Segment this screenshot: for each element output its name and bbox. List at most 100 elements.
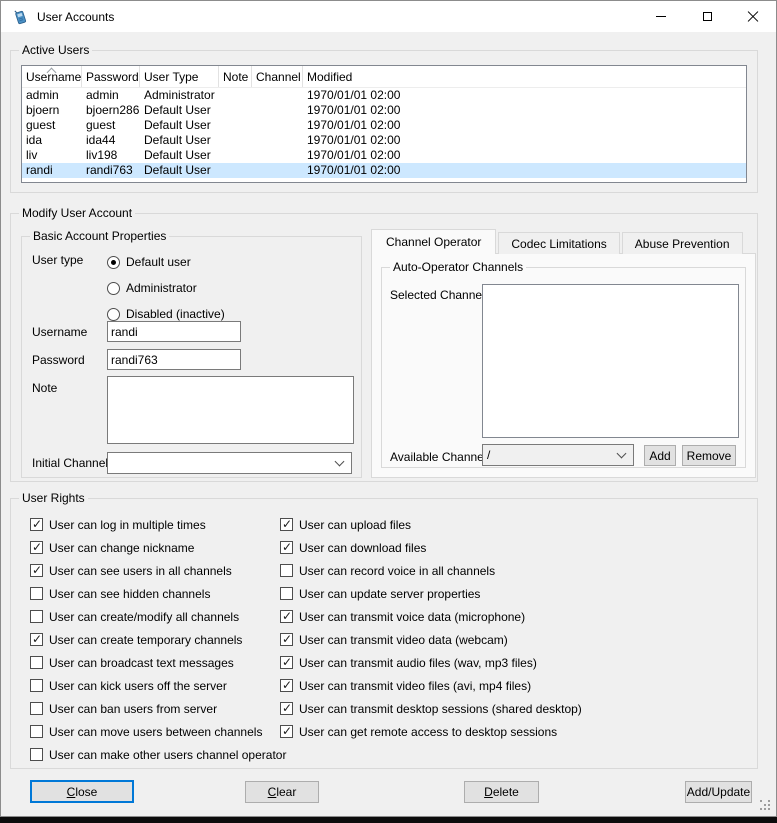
tab-label: Channel Operator xyxy=(386,235,481,249)
table-row[interactable]: admin admin Administrator 1970/01/01 02:… xyxy=(22,88,746,103)
clear-button[interactable]: Clear xyxy=(245,781,319,803)
selected-channels-label: Selected Channels xyxy=(390,288,491,302)
table-row[interactable]: liv liv198 Default User 1970/01/01 02:00 xyxy=(22,148,746,163)
initial-channel-select[interactable] xyxy=(107,452,352,474)
right-checkbox-row[interactable]: User can kick users off the server xyxy=(30,674,286,697)
cell-modified: 1970/01/01 02:00 xyxy=(303,163,746,178)
available-channels-label: Available Channels xyxy=(390,450,493,464)
cell-password: admin xyxy=(82,88,140,103)
column-header[interactable]: User Type xyxy=(140,66,219,87)
right-checkbox-row[interactable]: User can transmit audio files (wav, mp3 … xyxy=(280,651,582,674)
radio-icon xyxy=(107,308,120,321)
right-checkbox-row[interactable]: User can transmit video data (webcam) xyxy=(280,628,582,651)
cell-modified: 1970/01/01 02:00 xyxy=(303,133,746,148)
user-type-radio[interactable]: Default user xyxy=(107,249,225,275)
maximize-button[interactable] xyxy=(684,1,730,32)
right-checkbox-row[interactable]: User can get remote access to desktop se… xyxy=(280,720,582,743)
cell-modified: 1970/01/01 02:00 xyxy=(303,88,746,103)
checkbox-label: User can move users between channels xyxy=(49,725,262,739)
cell-note xyxy=(219,133,252,148)
table-row[interactable]: ida ida44 Default User 1970/01/01 02:00 xyxy=(22,133,746,148)
table-row[interactable]: bjoern bjoern286 Default User 1970/01/01… xyxy=(22,103,746,118)
right-checkbox-row[interactable]: User can transmit voice data (microphone… xyxy=(280,605,582,628)
right-checkbox-row[interactable]: User can record voice in all channels xyxy=(280,559,582,582)
checkbox-label: User can create/modify all channels xyxy=(49,610,239,624)
right-checkbox-row[interactable]: User can transmit video files (avi, mp4 … xyxy=(280,674,582,697)
cell-note xyxy=(219,148,252,163)
user-rights-left-column: User can log in multiple times User can … xyxy=(30,513,286,766)
right-checkbox-row[interactable]: User can transmit desktop sessions (shar… xyxy=(280,697,582,720)
right-checkbox-row[interactable]: User can move users between channels xyxy=(30,720,286,743)
right-checkbox-row[interactable]: User can see hidden channels xyxy=(30,582,286,605)
right-checkbox-row[interactable]: User can upload files xyxy=(280,513,582,536)
cell-note xyxy=(219,163,252,178)
right-checkbox-row[interactable]: User can change nickname xyxy=(30,536,286,559)
right-checkbox-row[interactable]: User can see users in all channels xyxy=(30,559,286,582)
cell-user-type: Default User xyxy=(140,103,219,118)
column-header-label: Password xyxy=(86,70,139,84)
chevron-down-icon xyxy=(335,457,345,467)
right-checkbox-row[interactable]: User can ban users from server xyxy=(30,697,286,720)
user-type-radio[interactable]: Administrator xyxy=(107,275,225,301)
cell-modified: 1970/01/01 02:00 xyxy=(303,103,746,118)
tab[interactable]: Channel Operator xyxy=(371,229,496,254)
column-header[interactable]: Channel xyxy=(252,66,303,87)
right-checkbox-row[interactable]: User can log in multiple times xyxy=(30,513,286,536)
password-field[interactable] xyxy=(107,349,241,370)
cell-password: bjoern286 xyxy=(82,103,140,118)
column-header[interactable]: Username xyxy=(22,66,82,87)
table-row[interactable]: guest guest Default User 1970/01/01 02:0… xyxy=(22,118,746,133)
desktop-background-strip xyxy=(0,817,777,823)
cell-note xyxy=(219,103,252,118)
tab[interactable]: Codec Limitations xyxy=(498,232,619,254)
cell-modified: 1970/01/01 02:00 xyxy=(303,118,746,133)
cell-note xyxy=(219,88,252,103)
user-table[interactable]: Username Password User Type Note xyxy=(21,65,747,183)
tab-label: Abuse Prevention xyxy=(635,237,730,251)
close-window-button[interactable] xyxy=(730,1,776,32)
right-checkbox-row[interactable]: User can make other users channel operat… xyxy=(30,743,286,766)
cell-username: bjoern xyxy=(22,103,82,118)
column-header[interactable]: Modified xyxy=(303,66,746,87)
right-checkbox-row[interactable]: User can create temporary channels xyxy=(30,628,286,651)
checkbox-label: User can make other users channel operat… xyxy=(49,748,286,762)
delete-button[interactable]: Delete xyxy=(464,781,539,803)
checkbox-icon xyxy=(30,564,43,577)
auto-operator-channels-group: Auto-Operator Channels Selected Channels… xyxy=(381,267,746,468)
checkbox-icon xyxy=(30,541,43,554)
close-button[interactable]: Close xyxy=(30,780,134,803)
note-field[interactable] xyxy=(107,376,354,444)
username-field[interactable] xyxy=(107,321,241,342)
radio-icon xyxy=(107,256,120,269)
right-checkbox-row[interactable]: User can update server properties xyxy=(280,582,582,605)
cell-username: randi xyxy=(22,163,82,178)
right-checkbox-row[interactable]: User can create/modify all channels xyxy=(30,605,286,628)
column-header-label: Note xyxy=(223,70,248,84)
checkbox-label: User can see hidden channels xyxy=(49,587,210,601)
right-checkbox-row[interactable]: User can broadcast text messages xyxy=(30,651,286,674)
password-label: Password xyxy=(32,353,85,367)
column-header[interactable]: Password xyxy=(82,66,140,87)
checkbox-label: User can kick users off the server xyxy=(49,679,227,693)
table-row[interactable]: randi randi763 Default User 1970/01/01 0… xyxy=(22,163,746,178)
modify-group-label: Modify User Account xyxy=(19,206,135,221)
cell-user-type: Default User xyxy=(140,163,219,178)
username-label: Username xyxy=(32,325,87,339)
auto-operator-group-label: Auto-Operator Channels xyxy=(390,260,526,275)
right-checkbox-row[interactable]: User can download files xyxy=(280,536,582,559)
available-channels-select[interactable]: / xyxy=(482,444,634,466)
app-icon xyxy=(12,9,28,25)
column-header[interactable]: Note xyxy=(219,66,252,87)
remove-channel-button[interactable]: Remove xyxy=(682,445,736,466)
checkbox-icon xyxy=(280,541,293,554)
note-label: Note xyxy=(32,381,57,395)
add-channel-button[interactable]: Add xyxy=(644,445,676,466)
checkbox-icon xyxy=(30,725,43,738)
resize-grip[interactable] xyxy=(760,800,772,812)
cell-modified: 1970/01/01 02:00 xyxy=(303,148,746,163)
selected-channels-listbox[interactable] xyxy=(482,284,739,438)
cell-channel xyxy=(252,118,303,133)
add-update-button[interactable]: Add/Update xyxy=(685,781,752,803)
minimize-button[interactable] xyxy=(638,1,684,32)
tab[interactable]: Abuse Prevention xyxy=(622,232,743,254)
